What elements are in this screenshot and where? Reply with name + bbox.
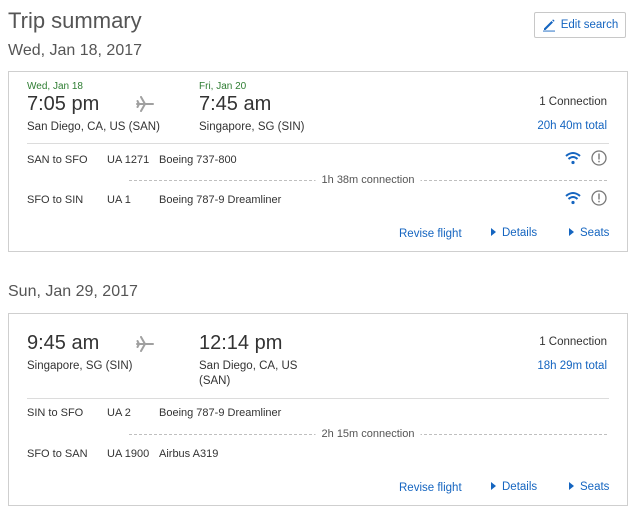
segment-flight: UA 1271 [107, 154, 150, 166]
departure-time: 7:05 pm [27, 93, 100, 115]
date-heading-1: Wed, Jan 18, 2017 [8, 42, 143, 59]
segment-route: SFO to SAN [27, 448, 88, 460]
triangle-right-icon [569, 482, 574, 490]
info-icon[interactable] [591, 150, 607, 171]
segment-route: SIN to SFO [27, 407, 84, 419]
info-icon[interactable] [591, 190, 607, 211]
details-label: Details [502, 227, 538, 239]
segment-route: SFO to SIN [27, 194, 84, 206]
trip-card-2: 9:45 am Singapore, SG (SIN) 12:14 pm San… [8, 313, 628, 506]
details-label: Details [502, 481, 538, 493]
connection-divider: 2h 15m connection [129, 428, 607, 440]
segment-amenities [565, 190, 607, 211]
departure-time: 9:45 am [27, 332, 100, 354]
divider [27, 143, 609, 144]
seats-label: Seats [580, 481, 610, 493]
seats-link[interactable]: Seats [569, 481, 609, 493]
connection-time: 1h 38m connection [315, 174, 421, 186]
segment-amenities [565, 150, 607, 171]
arrival-time: 12:14 pm [199, 332, 283, 354]
departure-place: Singapore, SG (SIN) [27, 360, 133, 372]
segment-flight: UA 2 [107, 407, 131, 419]
departure-place: San Diego, CA, US (SAN) [27, 121, 160, 133]
triangle-right-icon [491, 482, 496, 490]
arrival-place-code: (SAN) [199, 375, 231, 387]
date-heading-2: Sun, Jan 29, 2017 [8, 283, 138, 300]
seats-label: Seats [580, 227, 610, 239]
edit-search-button[interactable]: Edit search [534, 12, 626, 38]
seats-link[interactable]: Seats [569, 227, 609, 239]
arrival-place: San Diego, CA, US [199, 360, 298, 372]
total-duration[interactable]: 20h 40m total [537, 120, 607, 132]
details-link[interactable]: Details [491, 227, 537, 239]
wifi-icon [565, 191, 581, 210]
wifi-icon [565, 151, 581, 170]
edit-search-label: Edit search [560, 19, 619, 31]
connection-divider: 1h 38m connection [129, 174, 607, 186]
segment-aircraft: Airbus A319 [159, 448, 219, 460]
triangle-right-icon [491, 228, 496, 236]
arrival-date: Fri, Jan 20 [199, 81, 247, 92]
segment-flight: UA 1900 [107, 448, 150, 460]
departure-date: Wed, Jan 18 [27, 81, 83, 92]
airplane-icon [136, 96, 154, 117]
revise-flight-link[interactable]: Revise flight [399, 228, 462, 240]
segment-aircraft: Boeing 737-800 [159, 154, 237, 166]
pencil-icon [542, 18, 556, 32]
revise-flight-link[interactable]: Revise flight [399, 482, 462, 494]
triangle-right-icon [569, 228, 574, 236]
details-link[interactable]: Details [491, 481, 537, 493]
segment-aircraft: Boeing 787-9 Dreamliner [159, 194, 282, 206]
page-title: Trip summary [8, 8, 142, 33]
segment-flight: UA 1 [107, 194, 131, 206]
segment-route: SAN to SFO [27, 154, 88, 166]
arrival-place: Singapore, SG (SIN) [199, 121, 305, 133]
total-duration[interactable]: 18h 29m total [537, 360, 607, 372]
connection-time: 2h 15m connection [315, 428, 421, 440]
airplane-icon [136, 336, 154, 357]
divider [27, 398, 609, 399]
segment-aircraft: Boeing 787-9 Dreamliner [159, 407, 282, 419]
arrival-time: 7:45 am [199, 93, 272, 115]
connection-count: 1 Connection [539, 336, 607, 348]
trip-card-1: Wed, Jan 18 7:05 pm San Diego, CA, US (S… [8, 71, 628, 252]
connection-count: 1 Connection [539, 96, 607, 108]
